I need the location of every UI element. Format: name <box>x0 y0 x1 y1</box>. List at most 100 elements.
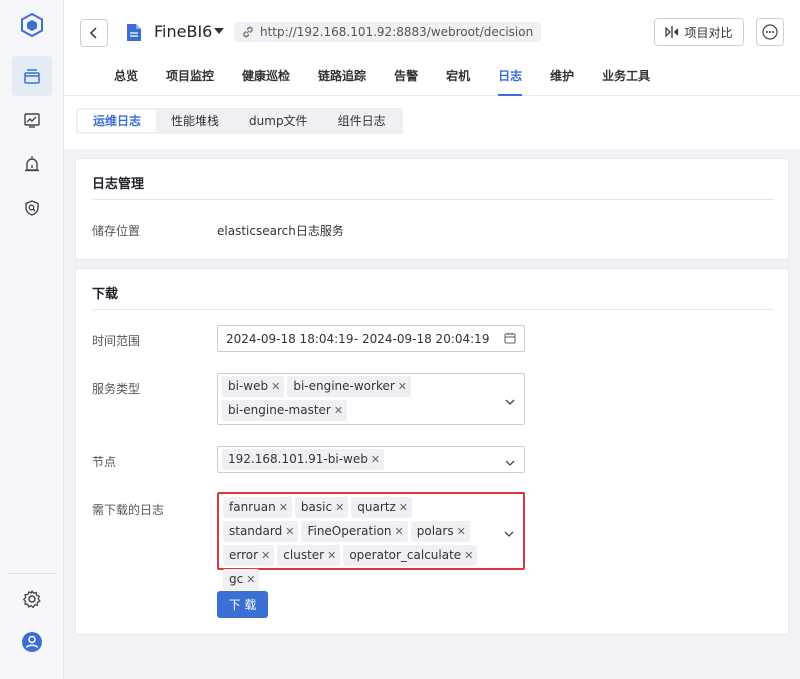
remove-tag-icon[interactable]: ✕ <box>398 376 407 397</box>
more-button[interactable] <box>756 18 784 46</box>
project-compare-button[interactable]: 项目对比 <box>654 18 744 46</box>
tag-chip-label: gc <box>229 572 244 586</box>
download-card: 下载 时间范围 2024-09-18 18:04:19 - 2024-09-18… <box>75 268 789 635</box>
tag-chip: basic ✕ <box>294 497 349 518</box>
service-chip-list: bi-web ✕ bi-engine-worker ✕ bi-engine-master… <box>218 374 524 423</box>
remove-tag-icon[interactable]: ✕ <box>371 449 380 470</box>
subtab-perf-stack[interactable]: 性能堆栈 <box>156 110 234 132</box>
tab-health-check[interactable]: 健康巡检 <box>242 67 290 96</box>
remove-tag-icon[interactable]: ✕ <box>279 497 288 518</box>
tab-project-monitor[interactable]: 项目监控 <box>166 67 214 96</box>
remove-tag-icon[interactable]: ✕ <box>327 545 336 566</box>
tag-chip-label: 192.168.101.91-bi-web <box>228 452 368 466</box>
url-display: http://192.168.101.92:8883/webroot/decis… <box>234 22 542 45</box>
chevron-down-icon[interactable] <box>505 456 515 470</box>
back-button[interactable] <box>80 19 108 47</box>
compare-label: 项目对比 <box>684 25 733 40</box>
log-subtabs: 运维日志 性能堆栈 dump文件 组件日志 <box>76 108 403 134</box>
logs-label: 需下载的日志 <box>92 503 165 517</box>
document-icon <box>126 23 142 45</box>
url-text: http://192.168.101.92:8883/webroot/decis… <box>260 25 534 39</box>
remove-tag-icon[interactable]: ✕ <box>464 545 473 566</box>
main-tabs: 总览 项目监控 健康巡检 链路追踪 告警 宕机 日志 维护 业务工具 <box>114 67 678 96</box>
monitor-chart-icon[interactable] <box>12 100 52 140</box>
tag-chip: fanruan ✕ <box>223 497 292 518</box>
project-dropdown-icon[interactable] <box>214 28 224 34</box>
remove-tag-icon[interactable]: ✕ <box>285 521 294 542</box>
remove-tag-icon[interactable]: ✕ <box>395 521 404 542</box>
log-management-card: 日志管理 储存位置 elasticsearch日志服务 <box>75 158 789 260</box>
user-avatar-icon[interactable] <box>12 622 52 662</box>
remove-tag-icon[interactable]: ✕ <box>335 497 344 518</box>
tag-chip: cluster ✕ <box>277 545 341 566</box>
tag-chip-label: cluster <box>283 548 325 562</box>
time-start[interactable]: 2024-09-18 18:04:19 <box>226 332 353 346</box>
chevron-down-icon[interactable] <box>505 395 515 409</box>
subtab-bar: 运维日志 性能堆栈 dump文件 组件日志 <box>64 96 800 149</box>
logs-select[interactable]: fanruan ✕ basic ✕ quartz ✕ standard ✕ FineOperat… <box>217 492 525 590</box>
tag-chip-label: bi-engine-worker <box>293 379 395 393</box>
tag-chip-label: quartz <box>357 500 396 514</box>
tag-chip: FineOperation ✕ <box>301 521 408 542</box>
link-icon <box>241 25 255 45</box>
tab-downtime[interactable]: 宕机 <box>446 67 470 96</box>
tag-chip: 192.168.101.91-bi-web ✕ <box>222 449 385 470</box>
log-chip-list: fanruan ✕ basic ✕ quartz ✕ standard ✕ FineOperat… <box>219 494 523 592</box>
time-end[interactable]: 2024-09-18 20:04:19 <box>362 332 489 346</box>
node-chip-list: 192.168.101.91-bi-web ✕ <box>218 447 524 472</box>
rail-divider <box>8 573 56 574</box>
storage-value: elasticsearch日志服务 <box>217 224 344 238</box>
remove-tag-icon[interactable]: ✕ <box>271 376 280 397</box>
tab-trace[interactable]: 链路追踪 <box>318 67 366 96</box>
compare-icon <box>665 26 679 38</box>
node-select[interactable]: 192.168.101.91-bi-web ✕ <box>217 446 525 473</box>
top-header: FineBI6 http://192.168.101.92:8883/webro… <box>64 0 800 96</box>
remove-tag-icon[interactable]: ✕ <box>399 497 408 518</box>
tag-chip: bi-web ✕ <box>222 376 285 397</box>
tag-chip-label: standard <box>229 524 283 538</box>
subtab-dump-file[interactable]: dump文件 <box>234 110 323 132</box>
tag-chip-label: basic <box>300 500 333 514</box>
tab-logs[interactable]: 日志 <box>498 67 523 96</box>
tag-chip: gc ✕ <box>223 569 260 590</box>
tab-maintenance[interactable]: 维护 <box>550 67 574 96</box>
more-dots-icon <box>762 24 778 40</box>
tag-chip-label: polars <box>416 524 454 538</box>
tag-chip: standard ✕ <box>223 521 299 542</box>
divider <box>92 199 774 200</box>
download-button[interactable]: 下 载 <box>217 591 268 618</box>
tab-alerts[interactable]: 告警 <box>394 67 418 96</box>
content-area: 运维日志 性能堆栈 dump文件 组件日志 日志管理 储存位置 elastics… <box>64 96 800 679</box>
log-management-title: 日志管理 <box>92 177 145 192</box>
app-logo-icon <box>19 12 45 38</box>
storage-label: 储存位置 <box>92 224 141 238</box>
tag-chip: operator_calculate ✕ <box>343 545 478 566</box>
tab-overview[interactable]: 总览 <box>114 67 138 96</box>
subtab-ops-log[interactable]: 运维日志 <box>78 110 157 132</box>
tab-business-tools[interactable]: 业务工具 <box>602 67 650 96</box>
chevron-down-icon[interactable] <box>504 527 514 541</box>
tag-chip: quartz ✕ <box>351 497 413 518</box>
remove-tag-icon[interactable]: ✕ <box>457 521 466 542</box>
divider <box>92 309 774 310</box>
download-title: 下载 <box>92 287 119 302</box>
settings-icon[interactable] <box>12 579 52 619</box>
shield-search-icon[interactable] <box>12 188 52 228</box>
remove-tag-icon[interactable]: ✕ <box>334 400 343 421</box>
remove-tag-icon[interactable]: ✕ <box>261 545 270 566</box>
remove-tag-icon[interactable]: ✕ <box>246 569 255 590</box>
project-title[interactable]: FineBI6 <box>154 22 212 41</box>
subtab-component-log[interactable]: 组件日志 <box>323 110 401 132</box>
alarm-icon[interactable] <box>12 144 52 184</box>
tag-chip-label: fanruan <box>229 500 276 514</box>
tag-chip-label: operator_calculate <box>349 548 462 562</box>
tag-chip: bi-engine-worker ✕ <box>287 376 412 397</box>
tag-chip-label: bi-engine-master <box>228 403 331 417</box>
tag-chip-label: FineOperation <box>307 524 392 538</box>
time-range-label: 时间范围 <box>92 334 141 348</box>
service-type-select[interactable]: bi-web ✕ bi-engine-worker ✕ bi-engine-master… <box>217 373 525 425</box>
layers-icon[interactable] <box>12 56 52 96</box>
time-range-picker[interactable]: 2024-09-18 18:04:19 - 2024-09-18 20:04:1… <box>217 325 525 352</box>
tag-chip: error ✕ <box>223 545 275 566</box>
calendar-icon[interactable] <box>504 332 516 347</box>
